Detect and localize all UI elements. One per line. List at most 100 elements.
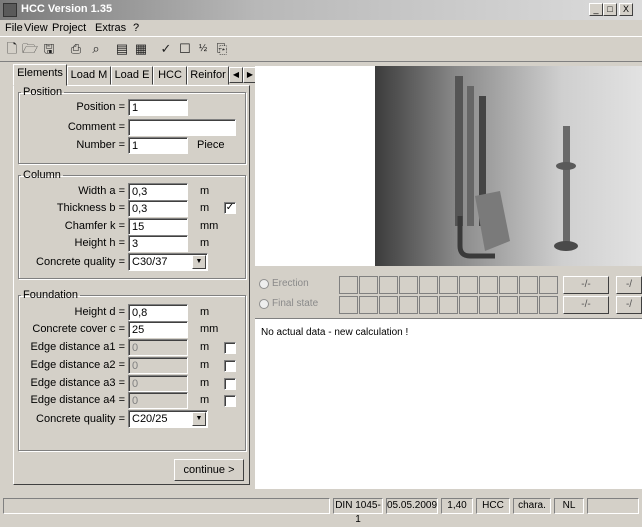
width-input[interactable]: 0,3 bbox=[128, 183, 188, 200]
edge1-input[interactable]: 0 bbox=[128, 339, 188, 356]
erection-radio[interactable] bbox=[259, 279, 269, 289]
menu-file[interactable]: File bbox=[5, 22, 23, 34]
minimize-button[interactable]: _ bbox=[589, 3, 603, 16]
erection-cell bbox=[519, 276, 538, 294]
final-extra-button[interactable]: -/ bbox=[616, 296, 642, 314]
chamfer-input[interactable]: 15 bbox=[128, 218, 188, 235]
erection-cell bbox=[339, 276, 358, 294]
thickness-label: Thickness b = bbox=[56, 202, 125, 214]
status-mode: chara. bbox=[513, 498, 551, 514]
maximize-button[interactable]: □ bbox=[603, 3, 617, 16]
width-label: Width a = bbox=[78, 185, 125, 197]
output-message: No actual data - new calculation ! bbox=[261, 327, 409, 338]
status-message bbox=[3, 498, 330, 514]
edge2-label: Edge distance a2 = bbox=[30, 359, 126, 371]
chamfer-label: Chamfer k = bbox=[64, 220, 125, 232]
foundation-height-input[interactable]: 0,8 bbox=[128, 304, 188, 321]
open-folder-icon[interactable]: 🗁 bbox=[22, 41, 38, 57]
menu-help[interactable]: ? bbox=[133, 22, 139, 34]
copy-icon[interactable]: ⎘ bbox=[214, 41, 230, 57]
height-input[interactable]: 3 bbox=[128, 235, 188, 252]
number-label: Number = bbox=[76, 139, 125, 151]
tab-reinfor[interactable]: Reinfor bbox=[187, 66, 229, 85]
edge4-input[interactable]: 0 bbox=[128, 392, 188, 409]
edge4-checkbox[interactable] bbox=[224, 395, 236, 407]
edge4-label: Edge distance a4 = bbox=[30, 394, 126, 406]
final-state-cell bbox=[339, 296, 358, 314]
erection-cell bbox=[439, 276, 458, 294]
edge3-input[interactable]: 0 bbox=[128, 375, 188, 392]
final-state-label: Final state bbox=[272, 298, 319, 309]
final-state-cell bbox=[439, 296, 458, 314]
check-icon[interactable]: ✓ bbox=[158, 41, 174, 57]
menu-project[interactable]: Project bbox=[52, 22, 86, 34]
chevron-down-icon[interactable]: ▼ bbox=[192, 255, 206, 269]
erection-cell bbox=[419, 276, 438, 294]
foundation-quality-select[interactable]: C20/25 ▼ bbox=[128, 410, 208, 428]
tab-load-e[interactable]: Load E bbox=[111, 66, 153, 85]
column-quality-label: Concrete quality = bbox=[36, 256, 125, 268]
elements-panel: Position Position = 1 Comment = Number =… bbox=[13, 85, 250, 485]
thickness-checkbox[interactable]: ✓ bbox=[224, 202, 236, 214]
print-icon[interactable]: ⎙ bbox=[68, 41, 84, 57]
edge1-checkbox[interactable] bbox=[224, 342, 236, 354]
edge2-unit: m bbox=[200, 359, 210, 371]
chevron-down-icon[interactable]: ▼ bbox=[192, 412, 206, 426]
width-unit: m bbox=[200, 185, 210, 197]
position-legend: Position bbox=[23, 86, 63, 98]
foundation-quality-label: Concrete quality = bbox=[36, 413, 125, 425]
cover-label: Concrete cover c = bbox=[32, 323, 125, 335]
edge3-checkbox[interactable] bbox=[224, 378, 236, 390]
foundation-quality-value: C20/25 bbox=[132, 413, 168, 425]
output-area[interactable]: No actual data - new calculation ! bbox=[255, 318, 642, 489]
app-icon bbox=[3, 3, 17, 17]
final-state-cell bbox=[419, 296, 438, 314]
edge3-unit: m bbox=[200, 377, 210, 389]
thickness-input[interactable]: 0,3 bbox=[128, 200, 188, 217]
page-icon[interactable]: ☐ bbox=[177, 41, 193, 57]
tab-hcc[interactable]: HCC bbox=[153, 66, 187, 85]
edge1-label: Edge distance a1 = bbox=[30, 341, 126, 353]
title-bar: HCC Version 1.35 _ □ X bbox=[0, 0, 642, 20]
comment-input[interactable] bbox=[128, 119, 236, 136]
chamfer-unit: mm bbox=[200, 220, 219, 232]
status-version: 1,40 bbox=[441, 498, 473, 514]
report-icon[interactable]: ▤ bbox=[114, 41, 130, 57]
save-icon[interactable]: 🖫 bbox=[41, 41, 57, 57]
print-preview-icon[interactable]: ⌕ bbox=[88, 41, 104, 57]
tab-elements[interactable]: Elements bbox=[13, 64, 67, 86]
edge2-input[interactable]: 0 bbox=[128, 357, 188, 374]
final-result-button[interactable]: -/- bbox=[563, 296, 609, 314]
tab-scroll-left-icon[interactable]: ◀ bbox=[229, 67, 243, 83]
position-input[interactable]: 1 bbox=[128, 99, 188, 116]
window-title: HCC Version 1.35 bbox=[21, 3, 113, 15]
new-document-icon[interactable]: 🗋 bbox=[4, 41, 20, 57]
edge3-label: Edge distance a3 = bbox=[30, 377, 126, 389]
tab-load-m[interactable]: Load M bbox=[67, 66, 111, 85]
erection-extra-button[interactable]: -/ bbox=[616, 276, 642, 294]
edge4-unit: m bbox=[200, 394, 210, 406]
number-input[interactable]: 1 bbox=[128, 137, 188, 154]
chart-icon[interactable]: ▦ bbox=[133, 41, 149, 57]
menu-view[interactable]: View bbox=[24, 22, 48, 34]
erection-result-button[interactable]: -/- bbox=[563, 276, 609, 294]
final-state-cell bbox=[499, 296, 518, 314]
final-state-cell bbox=[479, 296, 498, 314]
final-state-cell bbox=[379, 296, 398, 314]
cover-input[interactable]: 25 bbox=[128, 321, 188, 338]
erection-cell bbox=[399, 276, 418, 294]
edge2-checkbox[interactable] bbox=[224, 360, 236, 372]
erection-cell bbox=[359, 276, 378, 294]
erection-cell bbox=[539, 276, 558, 294]
final-state-radio[interactable] bbox=[259, 299, 269, 309]
final-state-cell bbox=[519, 296, 538, 314]
close-button[interactable]: X bbox=[619, 3, 633, 16]
fraction-icon[interactable]: ½ bbox=[195, 41, 211, 57]
status-date: 05.05.2009 bbox=[386, 498, 438, 514]
menu-extras[interactable]: Extras bbox=[95, 22, 126, 34]
column-quality-select[interactable]: C30/37 ▼ bbox=[128, 253, 208, 271]
status-language: NL bbox=[554, 498, 584, 514]
status-norm: DIN 1045-1 bbox=[333, 498, 383, 525]
continue-button[interactable]: continue > bbox=[174, 459, 244, 481]
number-unit: Piece bbox=[197, 139, 225, 151]
